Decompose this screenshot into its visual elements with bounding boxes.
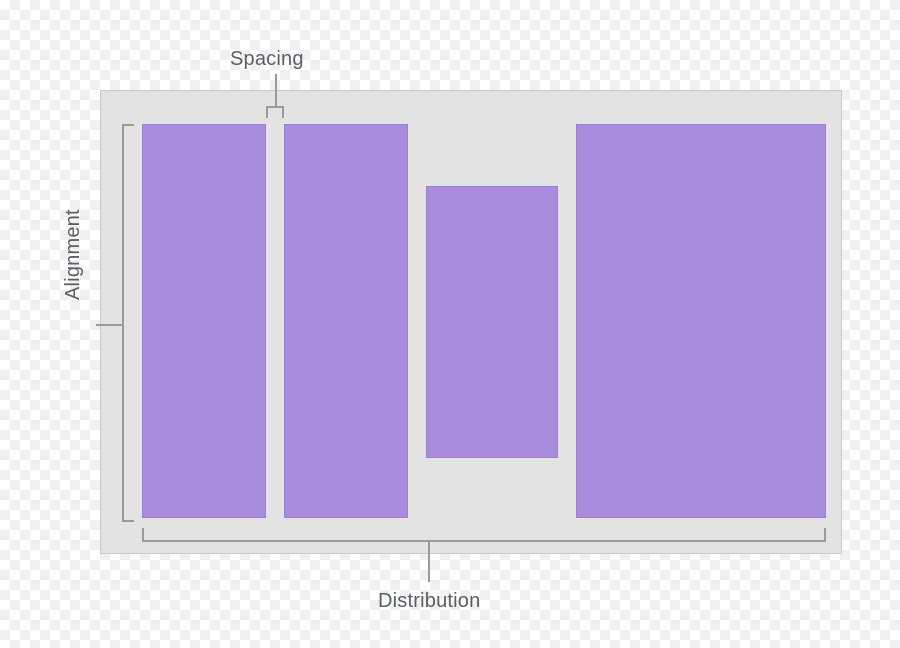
spacing-bracket <box>266 106 284 118</box>
alignment-label: Alignment <box>62 209 85 300</box>
distribution-bracket <box>142 528 826 542</box>
alignment-bracket <box>122 124 134 522</box>
stack-item <box>142 124 266 518</box>
diagram-stage: Alignment Spacing Distribution <box>0 0 900 648</box>
stack-item <box>284 124 408 518</box>
stack-item <box>576 124 826 518</box>
stack-item <box>426 186 558 458</box>
spacing-label: Spacing <box>230 48 304 71</box>
distribution-label: Distribution <box>378 590 480 613</box>
